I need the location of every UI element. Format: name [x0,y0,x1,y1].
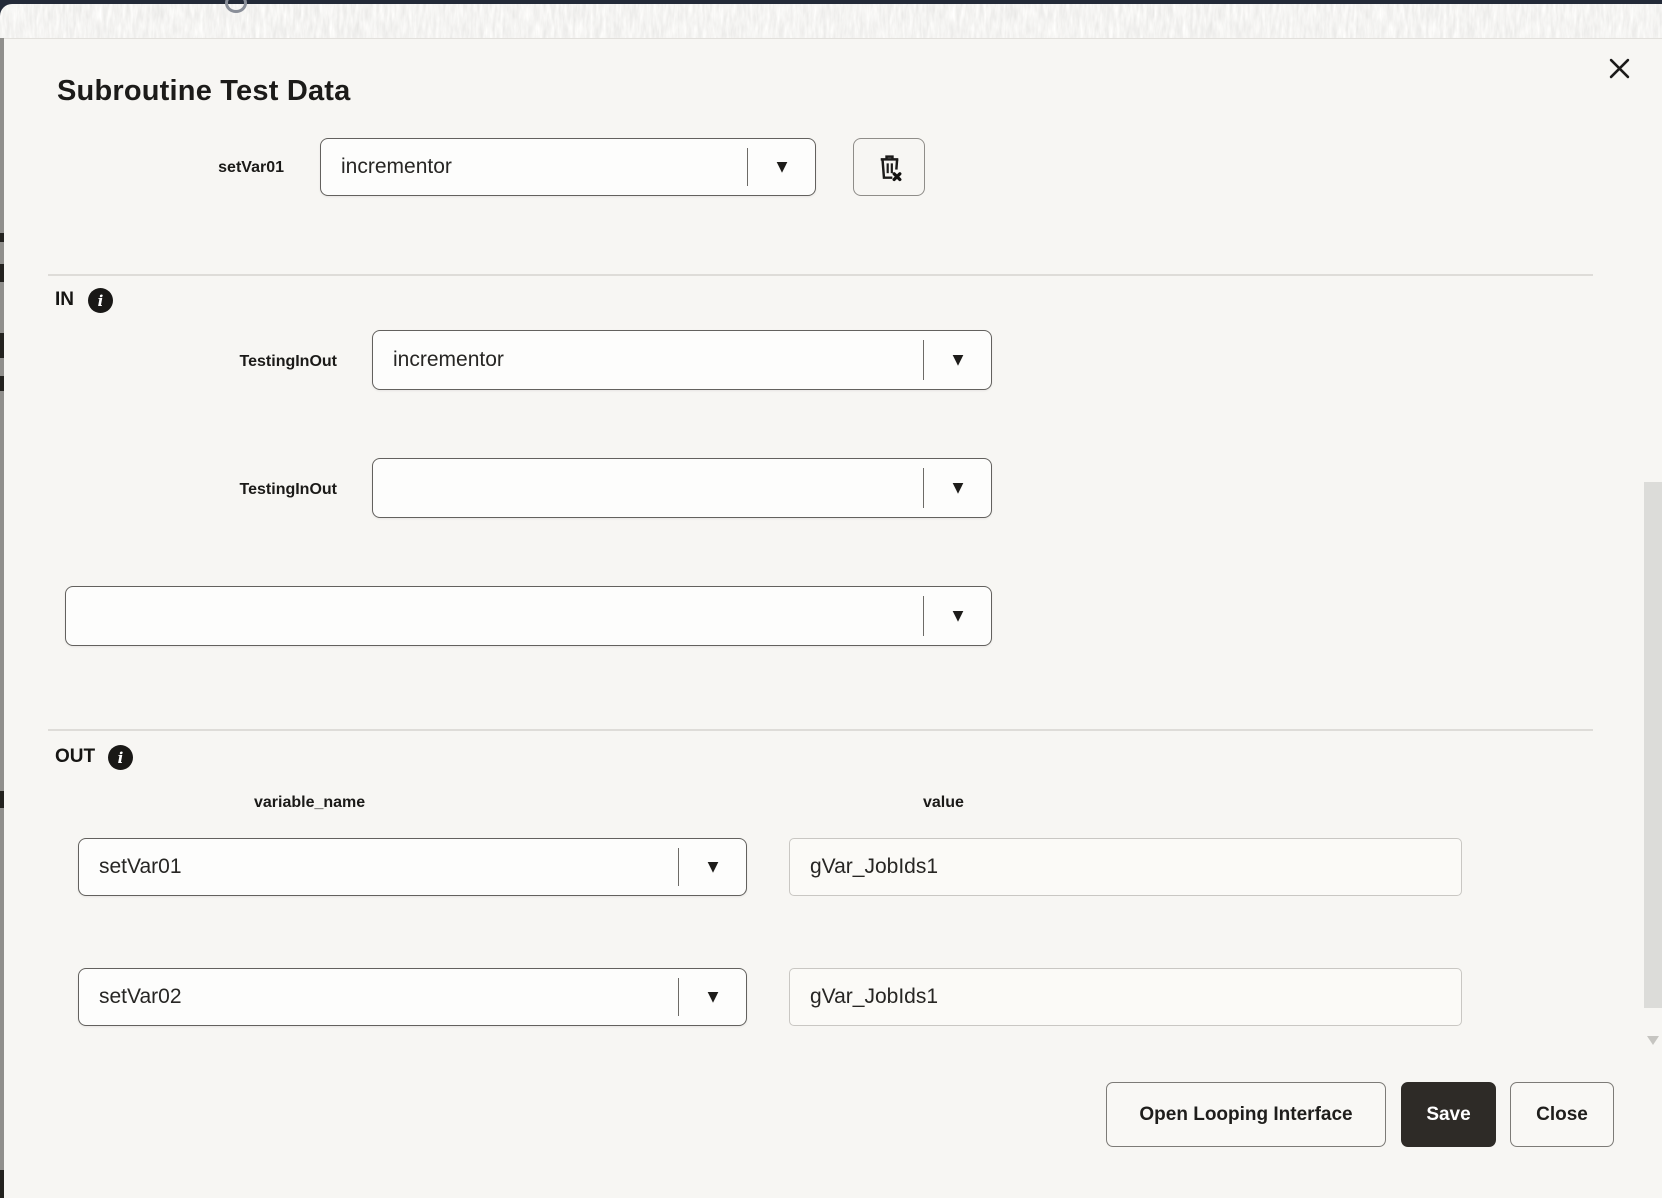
chevron-down-icon[interactable]: ▼ [680,969,746,1025]
noise-texture-band [0,4,1662,39]
in-row-1-dropdown[interactable]: incrementor ▼ [372,330,992,390]
in-row-1-label: TestingInOut [147,352,337,371]
info-icon[interactable]: i [108,745,133,770]
dropdown-value [393,459,919,517]
scrollbar-thumb[interactable] [1644,482,1662,1008]
column-header-variable-name: variable_name [254,793,365,812]
dropdown-value: incrementor [341,139,743,195]
save-button[interactable]: Save [1401,1082,1496,1147]
out-row-2-variable-dropdown[interactable]: setVar02 ▼ [78,968,747,1026]
out-row-2-value-input[interactable] [789,968,1462,1026]
section-divider [48,274,1593,276]
close-dialog-button[interactable]: Close [1510,1082,1614,1147]
out-row-1-variable-dropdown[interactable]: setVar01 ▼ [78,838,747,896]
scrollbar-down-arrow-icon[interactable] [1647,1036,1659,1045]
dropdown-value [86,587,919,645]
left-edge-sliver [0,38,4,1198]
page-title: Subroutine Test Data [57,74,351,108]
delete-row-button[interactable] [853,138,925,196]
in-row-2-label: TestingInOut [147,480,337,499]
column-header-value: value [923,793,964,812]
out-row-1-value-input[interactable] [789,838,1462,896]
dropdown-value: incrementor [393,331,919,389]
info-icon[interactable]: i [88,288,113,313]
subroutine-row-label: setVar01 [140,158,284,177]
out-section-heading: OUT [55,744,95,770]
chevron-down-icon[interactable]: ▼ [925,331,991,389]
section-divider [48,729,1593,731]
chevron-down-icon[interactable]: ▼ [680,839,746,895]
chevron-down-icon[interactable]: ▼ [925,587,991,645]
open-looping-interface-button[interactable]: Open Looping Interface [1106,1082,1386,1147]
in-section-heading: IN [55,287,74,313]
dropdown-separator [923,340,925,380]
dropdown-separator [923,596,925,636]
dropdown-separator [747,148,749,186]
dropdown-value: setVar02 [99,969,674,1025]
in-row-3-dropdown[interactable]: ▼ [65,586,992,646]
dropdown-value: setVar01 [99,839,674,895]
trash-x-icon [874,152,905,183]
close-icon [1606,55,1633,82]
chevron-down-icon[interactable]: ▼ [925,459,991,517]
subroutine-test-data-dialog: Subroutine Test Data setVar01 incremento… [0,0,1662,1198]
chevron-down-icon[interactable]: ▼ [749,139,815,195]
dropdown-separator [923,468,925,508]
dropdown-separator [678,978,680,1016]
dropdown-separator [678,848,680,886]
subroutine-dropdown[interactable]: incrementor ▼ [320,138,816,196]
in-row-2-dropdown[interactable]: ▼ [372,458,992,518]
close-button[interactable] [1601,50,1637,86]
